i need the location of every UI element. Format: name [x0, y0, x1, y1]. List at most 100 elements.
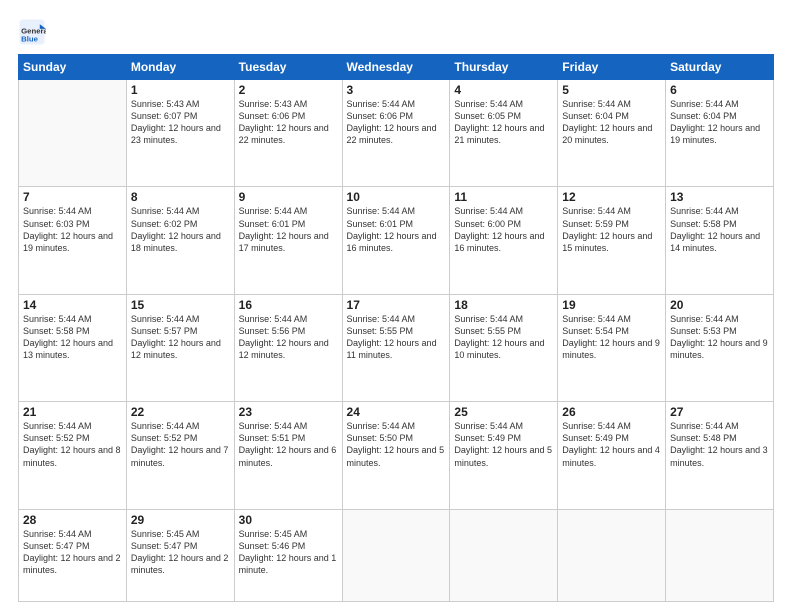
cell-info: Sunrise: 5:44 AM Sunset: 6:00 PM Dayligh…: [454, 205, 553, 254]
calendar-cell: 3Sunrise: 5:44 AM Sunset: 6:06 PM Daylig…: [342, 80, 450, 187]
cell-info: Sunrise: 5:44 AM Sunset: 5:50 PM Dayligh…: [347, 420, 446, 469]
cell-info: Sunrise: 5:44 AM Sunset: 5:59 PM Dayligh…: [562, 205, 661, 254]
calendar-cell: 11Sunrise: 5:44 AM Sunset: 6:00 PM Dayli…: [450, 187, 558, 294]
day-number: 1: [131, 83, 230, 97]
cell-info: Sunrise: 5:44 AM Sunset: 5:52 PM Dayligh…: [131, 420, 230, 469]
day-number: 26: [562, 405, 661, 419]
calendar-week-row: 7Sunrise: 5:44 AM Sunset: 6:03 PM Daylig…: [19, 187, 774, 294]
day-number: 19: [562, 298, 661, 312]
cell-info: Sunrise: 5:44 AM Sunset: 6:01 PM Dayligh…: [239, 205, 338, 254]
calendar-cell: 15Sunrise: 5:44 AM Sunset: 5:57 PM Dayli…: [126, 294, 234, 401]
cell-info: Sunrise: 5:44 AM Sunset: 6:05 PM Dayligh…: [454, 98, 553, 147]
day-number: 17: [347, 298, 446, 312]
day-number: 25: [454, 405, 553, 419]
weekday-header: Saturday: [666, 55, 774, 80]
page: General Blue SundayMondayTuesdayWednesda…: [0, 0, 792, 612]
logo: General Blue: [18, 18, 50, 46]
day-number: 21: [23, 405, 122, 419]
cell-info: Sunrise: 5:44 AM Sunset: 5:55 PM Dayligh…: [347, 313, 446, 362]
calendar-cell: [666, 509, 774, 601]
weekday-header: Tuesday: [234, 55, 342, 80]
day-number: 15: [131, 298, 230, 312]
cell-info: Sunrise: 5:43 AM Sunset: 6:07 PM Dayligh…: [131, 98, 230, 147]
calendar-cell: [19, 80, 127, 187]
day-number: 27: [670, 405, 769, 419]
calendar-cell: 30Sunrise: 5:45 AM Sunset: 5:46 PM Dayli…: [234, 509, 342, 601]
cell-info: Sunrise: 5:44 AM Sunset: 5:57 PM Dayligh…: [131, 313, 230, 362]
day-number: 5: [562, 83, 661, 97]
cell-info: Sunrise: 5:44 AM Sunset: 5:48 PM Dayligh…: [670, 420, 769, 469]
calendar-cell: 13Sunrise: 5:44 AM Sunset: 5:58 PM Dayli…: [666, 187, 774, 294]
header: General Blue: [18, 18, 774, 46]
calendar-cell: [342, 509, 450, 601]
cell-info: Sunrise: 5:44 AM Sunset: 6:06 PM Dayligh…: [347, 98, 446, 147]
day-number: 20: [670, 298, 769, 312]
weekday-header: Friday: [558, 55, 666, 80]
cell-info: Sunrise: 5:44 AM Sunset: 6:04 PM Dayligh…: [670, 98, 769, 147]
cell-info: Sunrise: 5:45 AM Sunset: 5:47 PM Dayligh…: [131, 528, 230, 577]
cell-info: Sunrise: 5:44 AM Sunset: 5:58 PM Dayligh…: [23, 313, 122, 362]
day-number: 28: [23, 513, 122, 527]
cell-info: Sunrise: 5:44 AM Sunset: 5:58 PM Dayligh…: [670, 205, 769, 254]
calendar-cell: 20Sunrise: 5:44 AM Sunset: 5:53 PM Dayli…: [666, 294, 774, 401]
day-number: 10: [347, 190, 446, 204]
day-number: 24: [347, 405, 446, 419]
calendar-cell: 6Sunrise: 5:44 AM Sunset: 6:04 PM Daylig…: [666, 80, 774, 187]
calendar-cell: 7Sunrise: 5:44 AM Sunset: 6:03 PM Daylig…: [19, 187, 127, 294]
day-number: 14: [23, 298, 122, 312]
calendar-cell: 5Sunrise: 5:44 AM Sunset: 6:04 PM Daylig…: [558, 80, 666, 187]
day-number: 6: [670, 83, 769, 97]
svg-text:Blue: Blue: [21, 34, 39, 43]
day-number: 4: [454, 83, 553, 97]
day-number: 9: [239, 190, 338, 204]
cell-info: Sunrise: 5:44 AM Sunset: 6:03 PM Dayligh…: [23, 205, 122, 254]
cell-info: Sunrise: 5:44 AM Sunset: 5:49 PM Dayligh…: [454, 420, 553, 469]
cell-info: Sunrise: 5:44 AM Sunset: 5:53 PM Dayligh…: [670, 313, 769, 362]
calendar-cell: 8Sunrise: 5:44 AM Sunset: 6:02 PM Daylig…: [126, 187, 234, 294]
weekday-header: Wednesday: [342, 55, 450, 80]
cell-info: Sunrise: 5:44 AM Sunset: 6:02 PM Dayligh…: [131, 205, 230, 254]
calendar-cell: 25Sunrise: 5:44 AM Sunset: 5:49 PM Dayli…: [450, 402, 558, 509]
calendar-week-row: 21 Sunrise: 5:44 AM Sunset: 5:52 PM Dayli…: [19, 402, 774, 509]
weekday-header: Thursday: [450, 55, 558, 80]
day-number: 23: [239, 405, 338, 419]
calendar-cell: 29Sunrise: 5:45 AM Sunset: 5:47 PM Dayli…: [126, 509, 234, 601]
day-number: 7: [23, 190, 122, 204]
day-number: 30: [239, 513, 338, 527]
calendar-cell: 12Sunrise: 5:44 AM Sunset: 5:59 PM Dayli…: [558, 187, 666, 294]
cell-info: Sunrise: 5:43 AM Sunset: 6:06 PM Dayligh…: [239, 98, 338, 147]
calendar-cell: 23Sunrise: 5:44 AM Sunset: 5:51 PM Dayli…: [234, 402, 342, 509]
calendar-cell: 28Sunrise: 5:44 AM Sunset: 5:47 PM Dayli…: [19, 509, 127, 601]
calendar-cell: 1Sunrise: 5:43 AM Sunset: 6:07 PM Daylig…: [126, 80, 234, 187]
calendar-cell: 16Sunrise: 5:44 AM Sunset: 5:56 PM Dayli…: [234, 294, 342, 401]
calendar-cell: 2Sunrise: 5:43 AM Sunset: 6:06 PM Daylig…: [234, 80, 342, 187]
cell-info: Sunrise: 5:44 AM Sunset: 5:51 PM Dayligh…: [239, 420, 338, 469]
calendar-cell: 10Sunrise: 5:44 AM Sunset: 6:01 PM Dayli…: [342, 187, 450, 294]
weekday-header: Monday: [126, 55, 234, 80]
day-number: 8: [131, 190, 230, 204]
cell-info: Sunrise: 5:44 AM Sunset: 5:56 PM Dayligh…: [239, 313, 338, 362]
day-number: 16: [239, 298, 338, 312]
calendar-week-row: 14Sunrise: 5:44 AM Sunset: 5:58 PM Dayli…: [19, 294, 774, 401]
calendar-cell: 9Sunrise: 5:44 AM Sunset: 6:01 PM Daylig…: [234, 187, 342, 294]
calendar-cell: 21Sunrise: 5:44 AM Sunset: 5:52 PM Dayli…: [19, 402, 127, 509]
calendar-table: SundayMondayTuesdayWednesdayThursdayFrid…: [18, 54, 774, 602]
cell-info: Sunrise: 5:44 AM Sunset: 6:01 PM Dayligh…: [347, 205, 446, 254]
calendar-cell: [558, 509, 666, 601]
day-number: 13: [670, 190, 769, 204]
cell-info: Sunrise: 5:44 AM Sunset: 6:04 PM Dayligh…: [562, 98, 661, 147]
calendar-header-row: SundayMondayTuesdayWednesdayThursdayFrid…: [19, 55, 774, 80]
calendar-cell: [450, 509, 558, 601]
calendar-cell: 27Sunrise: 5:44 AM Sunset: 5:48 PM Dayli…: [666, 402, 774, 509]
cell-info: Sunrise: 5:44 AM Sunset: 5:55 PM Dayligh…: [454, 313, 553, 362]
cell-info: Sunrise: 5:44 AM Sunset: 5:54 PM Dayligh…: [562, 313, 661, 362]
calendar-cell: 19Sunrise: 5:44 AM Sunset: 5:54 PM Dayli…: [558, 294, 666, 401]
calendar-cell: 17Sunrise: 5:44 AM Sunset: 5:55 PM Dayli…: [342, 294, 450, 401]
calendar-week-row: 1Sunrise: 5:43 AM Sunset: 6:07 PM Daylig…: [19, 80, 774, 187]
cell-info: Sunrise: 5:45 AM Sunset: 5:46 PM Dayligh…: [239, 528, 338, 577]
day-number: 12: [562, 190, 661, 204]
weekday-header: Sunday: [19, 55, 127, 80]
calendar-cell: 14Sunrise: 5:44 AM Sunset: 5:58 PM Dayli…: [19, 294, 127, 401]
day-number: 29: [131, 513, 230, 527]
calendar-week-row: 28Sunrise: 5:44 AM Sunset: 5:47 PM Dayli…: [19, 509, 774, 601]
